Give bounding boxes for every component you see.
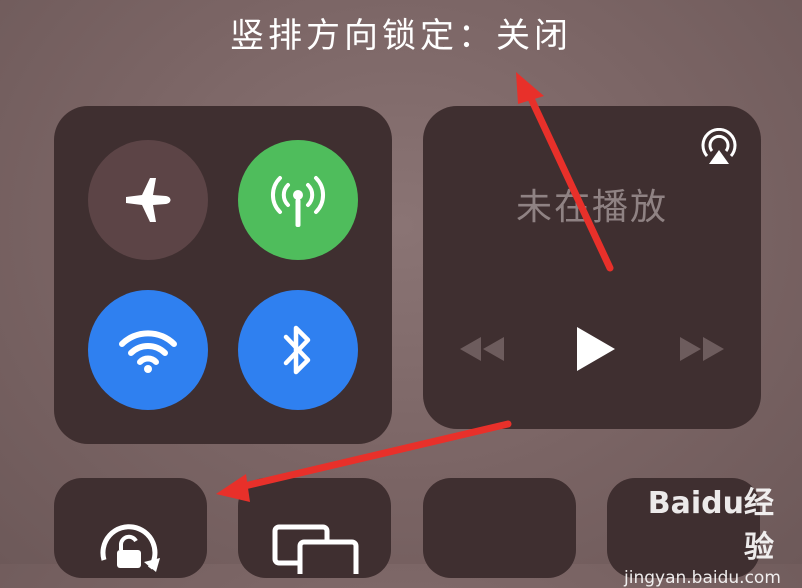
play-button[interactable] [573, 324, 619, 378]
connectivity-panel [54, 106, 392, 444]
screen-mirroring-icon [272, 524, 359, 574]
airplane-mode-toggle[interactable] [88, 140, 208, 260]
airplay-icon [701, 127, 737, 164]
orientation-lock-status: 竖排方向锁定：关闭 [230, 16, 572, 56]
watermark-brand: Baidu经验 [647, 486, 774, 565]
control-tile-3[interactable] [423, 478, 576, 578]
wifi-toggle[interactable] [88, 290, 208, 410]
antenna-icon [270, 176, 326, 227]
bluetooth-icon [283, 325, 311, 375]
play-icon [577, 327, 615, 371]
cellular-data-toggle[interactable] [238, 140, 358, 260]
rewind-button[interactable] [457, 334, 507, 368]
rotation-lock-icon [100, 524, 160, 572]
bluetooth-toggle[interactable] [238, 290, 358, 410]
watermark-url: jingyan.baidu.com [624, 568, 781, 588]
airplane-icon [126, 178, 171, 222]
airplay-button[interactable] [699, 127, 739, 170]
now-playing-title: 未在播放 [515, 187, 668, 228]
watermark: Baidu经验 jingyan.baidu.com [624, 478, 781, 588]
wifi-icon [119, 330, 177, 373]
now-playing-panel: 未在播放 [423, 106, 761, 429]
fast-forward-button[interactable] [677, 334, 727, 368]
rewind-icon [460, 337, 504, 361]
rotation-lock-toggle[interactable] [54, 478, 207, 578]
screen-mirroring-button[interactable] [238, 478, 391, 578]
fast-forward-icon [680, 337, 724, 361]
